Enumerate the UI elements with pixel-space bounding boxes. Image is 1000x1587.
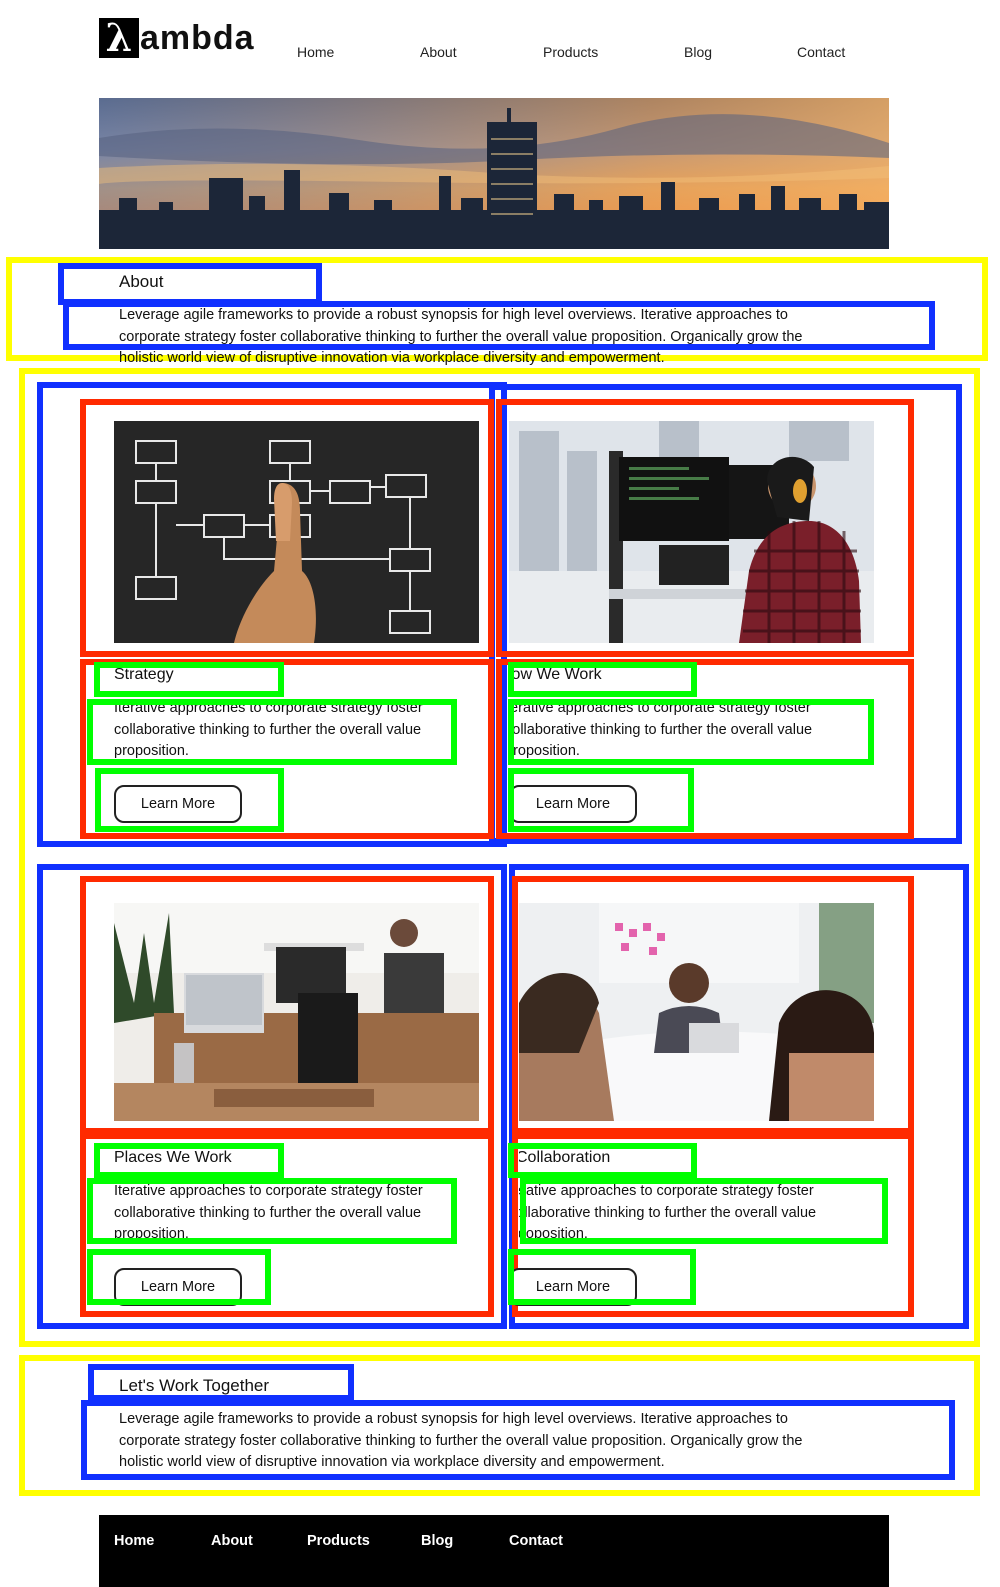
work-together-text-outline [81, 1400, 955, 1480]
card-strategy-text-outline [87, 699, 457, 765]
footer-nav-products[interactable]: Products [307, 1533, 370, 1549]
nav-about[interactable]: About [420, 44, 457, 60]
card-collaboration-title-outline [508, 1143, 697, 1178]
nav-products[interactable]: Products [543, 44, 598, 60]
brand-logo[interactable]: λ ambda [99, 18, 255, 58]
footer-nav-contact[interactable]: Contact [509, 1533, 563, 1549]
card-places-text-outline [87, 1178, 457, 1244]
card-strategy-title-outline [94, 662, 284, 697]
footer-nav-home[interactable]: Home [114, 1533, 154, 1549]
card-collaboration-button-outline [508, 1249, 696, 1305]
brand-name: ambda [140, 18, 255, 57]
card-strategy-button-outline [95, 768, 284, 832]
footer-nav-about[interactable]: About [211, 1533, 253, 1549]
developer-at-desk-image [509, 421, 874, 643]
card-places-button-outline [87, 1249, 271, 1305]
team-meeting-image [519, 903, 874, 1121]
footer-nav-blog[interactable]: Blog [421, 1533, 453, 1549]
card-places-title-outline [94, 1143, 284, 1178]
nav-home[interactable]: Home [297, 44, 334, 60]
about-text-outline [63, 301, 935, 350]
strategy-flowchart-image [114, 421, 479, 643]
nav-blog[interactable]: Blog [684, 44, 712, 60]
about-line: holistic world view of disruptive innova… [119, 350, 665, 366]
footer-nav: Home About Products Blog Contact [99, 1515, 889, 1587]
office-workspace-image [114, 903, 479, 1121]
work-together-heading-outline [88, 1364, 354, 1401]
about-heading-outline [58, 263, 322, 305]
card-how-we-work-title-outline [508, 662, 697, 697]
card-how-we-work-text-outline [508, 699, 874, 765]
hero-city-skyline-image [99, 98, 889, 249]
card-collaboration-text-outline [520, 1178, 888, 1244]
card-how-we-work-button-outline [508, 768, 694, 832]
nav-contact[interactable]: Contact [797, 44, 845, 60]
lambda-logo-icon: λ [99, 18, 139, 58]
